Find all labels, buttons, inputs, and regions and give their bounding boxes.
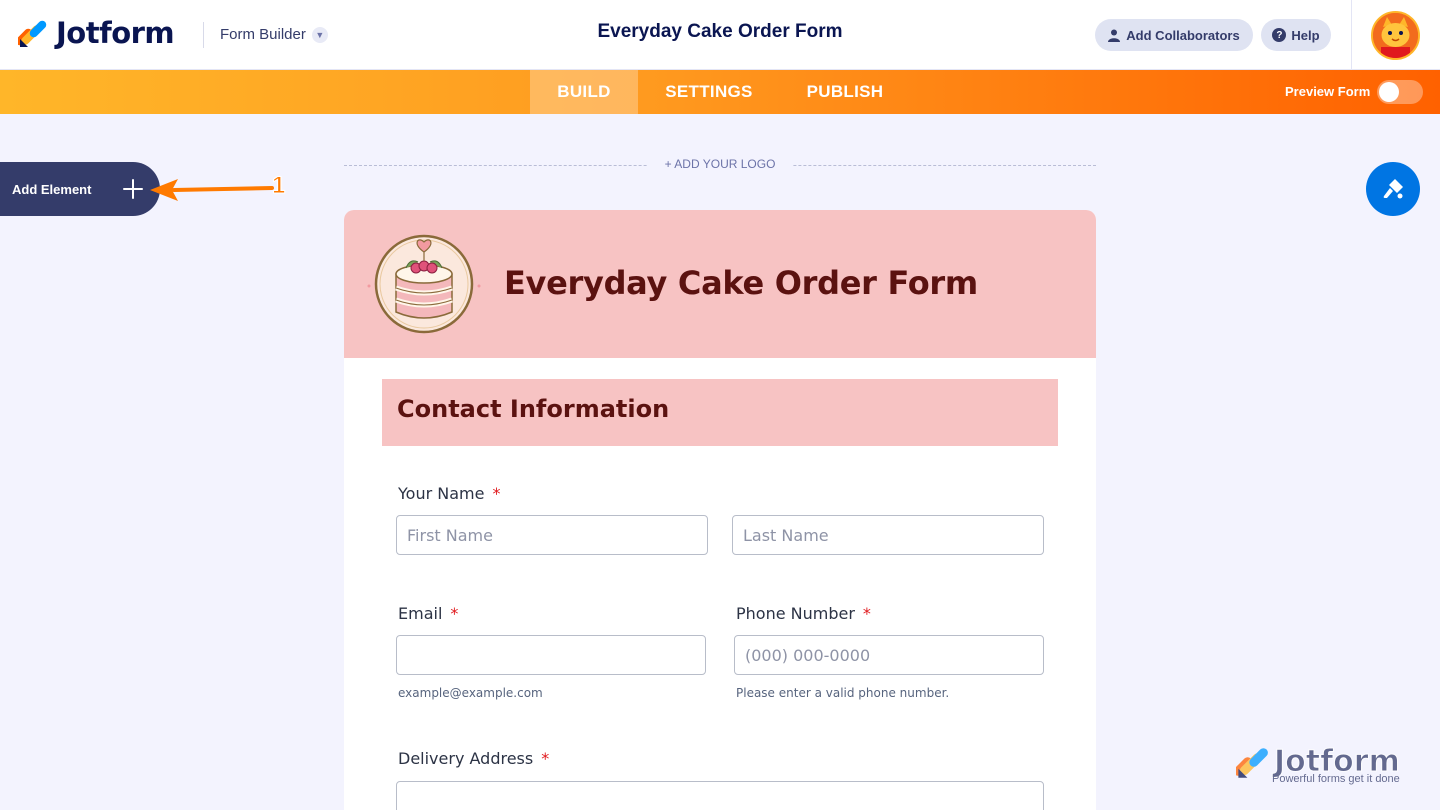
form-builder-label: Form Builder	[220, 26, 306, 43]
brand-name: Jotform	[56, 16, 175, 50]
annotation-arrow-icon	[150, 179, 274, 201]
add-collaborators-label: Add Collaborators	[1126, 27, 1240, 43]
phone-label: Phone Number	[736, 604, 855, 623]
header-divider-right	[1351, 0, 1352, 70]
delivery-address-field[interactable]	[396, 781, 1044, 810]
help-button[interactable]: ? Help	[1261, 19, 1331, 51]
phone-field[interactable]	[734, 635, 1044, 675]
avatar[interactable]	[1371, 11, 1420, 60]
form-card: Everyday Cake Order Form Contact Informa…	[344, 210, 1096, 810]
add-element-label: Add Element	[12, 181, 92, 197]
top-bar: Jotform Form Builder ▼ Everyday Cake Ord…	[0, 0, 1440, 70]
required-asterisk: *	[862, 604, 871, 623]
add-element-button[interactable]: Add Element	[0, 162, 160, 216]
required-asterisk: *	[492, 484, 501, 503]
header-divider	[203, 22, 204, 48]
email-field[interactable]	[396, 635, 706, 675]
preview-form-toggle[interactable]	[1377, 80, 1423, 104]
name-label: Your Name	[398, 484, 485, 503]
watermark-tagline: Powerful forms get it done	[1272, 773, 1400, 785]
plus-icon	[123, 179, 143, 199]
email-sublabel: example@example.com	[398, 686, 543, 700]
chevron-down-icon: ▼	[311, 26, 328, 43]
paint-roller-icon	[1383, 179, 1403, 199]
tab-publish[interactable]: PUBLISH	[780, 70, 910, 114]
address-label: Delivery Address	[398, 749, 534, 768]
help-label: Help	[1291, 27, 1320, 43]
annotation-number: 1	[271, 172, 286, 200]
first-name-input[interactable]	[396, 515, 708, 555]
required-asterisk: *	[541, 749, 550, 768]
user-icon	[1108, 29, 1121, 42]
form-header[interactable]: Everyday Cake Order Form	[344, 210, 1096, 358]
jotform-watermark: Jotform Powerful forms get it done	[1233, 744, 1400, 785]
jotform-logo[interactable]: Jotform	[18, 16, 175, 50]
required-asterisk: *	[450, 604, 459, 623]
last-name-input[interactable]	[732, 515, 1044, 555]
section-title: Contact Information	[397, 395, 670, 423]
phone-question-label[interactable]: Phone Number *	[736, 604, 871, 623]
toggle-knob	[1379, 82, 1399, 102]
question-icon: ?	[1272, 28, 1287, 42]
section-header[interactable]: Contact Information	[382, 379, 1058, 446]
avatar-cat-icon	[1373, 13, 1418, 58]
address-question-label[interactable]: Delivery Address *	[398, 749, 549, 768]
add-logo-link[interactable]: + ADD YOUR LOGO	[648, 157, 792, 171]
jotform-logo-icon	[18, 20, 47, 47]
name-question-label[interactable]: Your Name *	[398, 484, 500, 503]
form-designer-button[interactable]	[1366, 162, 1420, 216]
phone-sublabel: Please enter a valid phone number.	[736, 686, 950, 700]
form-heading[interactable]: Everyday Cake Order Form	[504, 264, 978, 302]
jotform-watermark-logo-icon	[1233, 748, 1268, 778]
form-builder-dropdown[interactable]: Form Builder ▼	[220, 26, 328, 43]
preview-form-label: Preview Form	[1285, 84, 1371, 99]
tab-settings[interactable]: SETTINGS	[638, 70, 780, 114]
add-collaborators-button[interactable]: Add Collaborators	[1095, 19, 1253, 51]
email-question-label[interactable]: Email *	[398, 604, 458, 623]
builder-nav-bar: BUILD SETTINGS PUBLISH Preview Form	[0, 70, 1440, 114]
tab-build[interactable]: BUILD	[530, 70, 638, 114]
cake-logo-icon	[367, 234, 481, 334]
email-label: Email	[398, 604, 443, 623]
